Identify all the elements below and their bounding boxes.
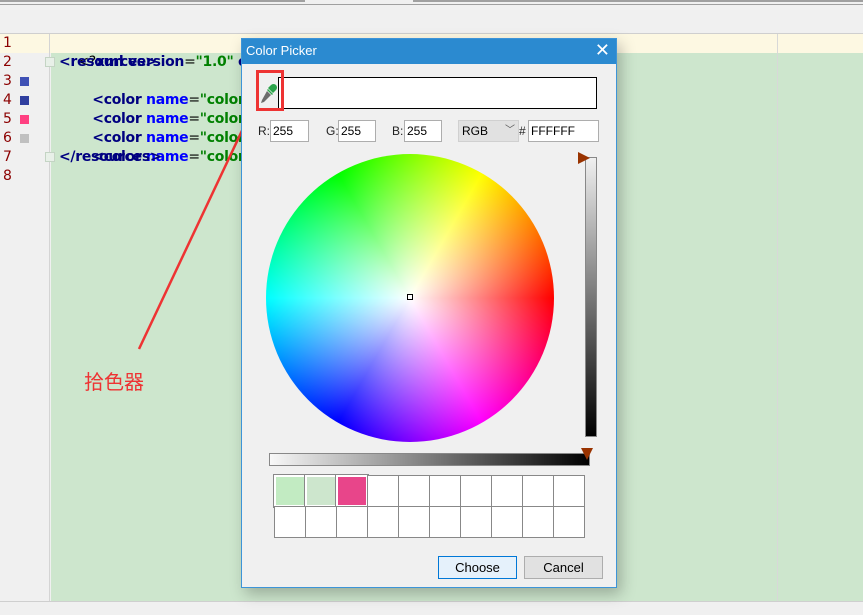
- close-icon[interactable]: ✕: [595, 40, 610, 61]
- recent-color-cell[interactable]: [367, 506, 399, 538]
- annotation-label: 拾色器: [84, 370, 144, 394]
- alpha-slider[interactable]: [269, 453, 590, 466]
- color-picker-dialog: Color Picker ✕ R: 255 G: 255 B: 255 RGB …: [241, 38, 617, 588]
- tab-strip-line: [0, 0, 863, 2]
- alpha-slider-thumb[interactable]: [581, 448, 593, 460]
- color-mode-select[interactable]: RGB ﹀: [458, 120, 519, 142]
- brightness-slider-thumb[interactable]: [578, 152, 590, 164]
- tab-strip-divider: [0, 4, 863, 5]
- eyedropper-highlight-box: [256, 70, 284, 111]
- recent-color-cell[interactable]: [274, 506, 306, 538]
- brightness-slider[interactable]: [585, 157, 597, 437]
- code-token: "1.0": [195, 54, 234, 70]
- b-input[interactable]: 255: [404, 120, 442, 142]
- dialog-titlebar[interactable]: Color Picker ✕: [242, 39, 616, 64]
- recent-color-cell[interactable]: [460, 475, 492, 507]
- hash-label: #: [519, 124, 526, 138]
- cancel-button[interactable]: Cancel: [524, 556, 603, 579]
- dialog-title: Color Picker: [246, 43, 317, 58]
- choose-button[interactable]: Choose: [438, 556, 517, 579]
- line-number: 2: [3, 54, 12, 70]
- color-swatch-icon[interactable]: [20, 134, 29, 143]
- code-line-7: </resources>: [59, 149, 162, 165]
- line-number: 6: [3, 130, 12, 146]
- code-token: =: [184, 54, 196, 70]
- line-number: 7: [3, 149, 12, 165]
- recent-color-cell[interactable]: [273, 474, 307, 508]
- recent-color-cell[interactable]: [398, 506, 430, 538]
- recent-color-cell[interactable]: [305, 506, 337, 538]
- color-preview: [278, 77, 597, 109]
- chevron-down-icon: ﹀: [505, 125, 515, 136]
- line-number: 4: [3, 92, 12, 108]
- color-swatch-icon[interactable]: [20, 115, 29, 124]
- active-tab-gap: [305, 0, 413, 2]
- right-margin-guide: [777, 34, 778, 602]
- recent-color-cell[interactable]: [429, 506, 461, 538]
- status-bar: [0, 601, 863, 615]
- recent-color-cell[interactable]: [553, 475, 585, 507]
- line-number: 5: [3, 111, 12, 127]
- recent-color-cell[interactable]: [367, 475, 399, 507]
- g-input[interactable]: 255: [338, 120, 376, 142]
- wheel-cursor[interactable]: [407, 294, 413, 300]
- line-number: 1: [3, 35, 12, 51]
- color-swatch-icon[interactable]: [20, 77, 29, 86]
- recent-color-cell[interactable]: [460, 506, 492, 538]
- hex-input[interactable]: FFFFFF: [528, 120, 599, 142]
- recent-color-cell[interactable]: [304, 474, 338, 508]
- fold-marker-open[interactable]: [45, 57, 55, 67]
- code-token: =: [188, 149, 200, 165]
- line-number: 3: [3, 73, 12, 89]
- recent-color-cell[interactable]: [522, 506, 554, 538]
- recent-colors-grid: [273, 474, 585, 538]
- recent-color-cell[interactable]: [522, 475, 554, 507]
- recent-color-cell[interactable]: [491, 506, 523, 538]
- code-line-2: <resources>: [59, 54, 157, 70]
- r-label: R:: [258, 124, 270, 138]
- b-label: B:: [392, 124, 404, 138]
- g-label: G:: [326, 124, 339, 138]
- r-input[interactable]: 255: [270, 120, 309, 142]
- recent-color-cell[interactable]: [553, 506, 585, 538]
- color-swatch-icon[interactable]: [20, 96, 29, 105]
- color-mode-value: RGB: [462, 124, 489, 138]
- line-number: 8: [3, 168, 12, 184]
- top-toolbar: [0, 0, 863, 33]
- recent-color-cell[interactable]: [429, 475, 461, 507]
- recent-color-cell[interactable]: [398, 475, 430, 507]
- recent-color-cell[interactable]: [491, 475, 523, 507]
- fold-marker-close[interactable]: [45, 152, 55, 162]
- recent-color-cell[interactable]: [336, 506, 368, 538]
- recent-color-cell[interactable]: [335, 474, 369, 508]
